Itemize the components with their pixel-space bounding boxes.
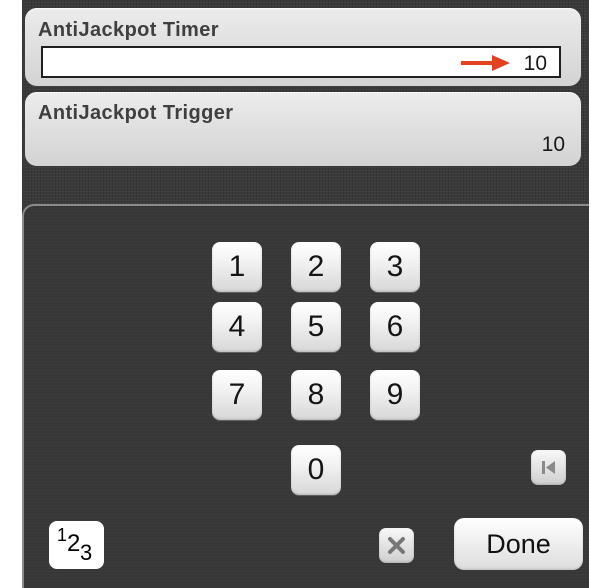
antijackpot-timer-setting: AntiJackpot Timer 10 (25, 8, 581, 86)
keypad-key-7[interactable]: 7 (212, 370, 262, 420)
clear-x-icon (388, 537, 405, 554)
device-screen: AntiJackpot Timer 10 AntiJackpot Trigger… (22, 0, 589, 588)
skip-back-button[interactable] (531, 450, 566, 485)
numeric-mode-subscript: 3 (80, 540, 93, 565)
antijackpot-trigger-setting[interactable]: AntiJackpot Trigger 10 (25, 92, 581, 166)
keypad-key-2[interactable]: 2 (291, 242, 341, 292)
right-arrow-icon (461, 55, 510, 71)
keypad-key-8[interactable]: 8 (291, 370, 341, 420)
numeric-mode-superscript: 1 (57, 525, 68, 545)
keypad-key-3[interactable]: 3 (370, 242, 420, 292)
antijackpot-timer-input[interactable]: 10 (41, 46, 561, 78)
numeric-mode-main-digit: 2 (67, 530, 81, 557)
antijackpot-trigger-value: 10 (541, 133, 565, 156)
keypad-key-4[interactable]: 4 (212, 302, 262, 352)
antijackpot-timer-label: AntiJackpot Timer (38, 19, 219, 41)
numeric-mode-toggle[interactable]: 1 2 3 (49, 521, 104, 569)
numeric-keypad: 1 2 3 4 5 6 7 8 9 0 1 2 3 Done (22, 204, 589, 588)
keypad-key-6[interactable]: 6 (370, 302, 420, 352)
antijackpot-trigger-label: AntiJackpot Trigger (38, 102, 234, 124)
antijackpot-timer-value: 10 (523, 52, 547, 75)
keypad-key-5[interactable]: 5 (291, 302, 341, 352)
keypad-key-1[interactable]: 1 (212, 242, 262, 292)
keypad-key-9[interactable]: 9 (370, 370, 420, 420)
skip-back-icon (542, 461, 555, 474)
clear-button[interactable] (379, 528, 414, 563)
keypad-key-0[interactable]: 0 (291, 445, 341, 495)
done-button[interactable]: Done (454, 518, 583, 570)
